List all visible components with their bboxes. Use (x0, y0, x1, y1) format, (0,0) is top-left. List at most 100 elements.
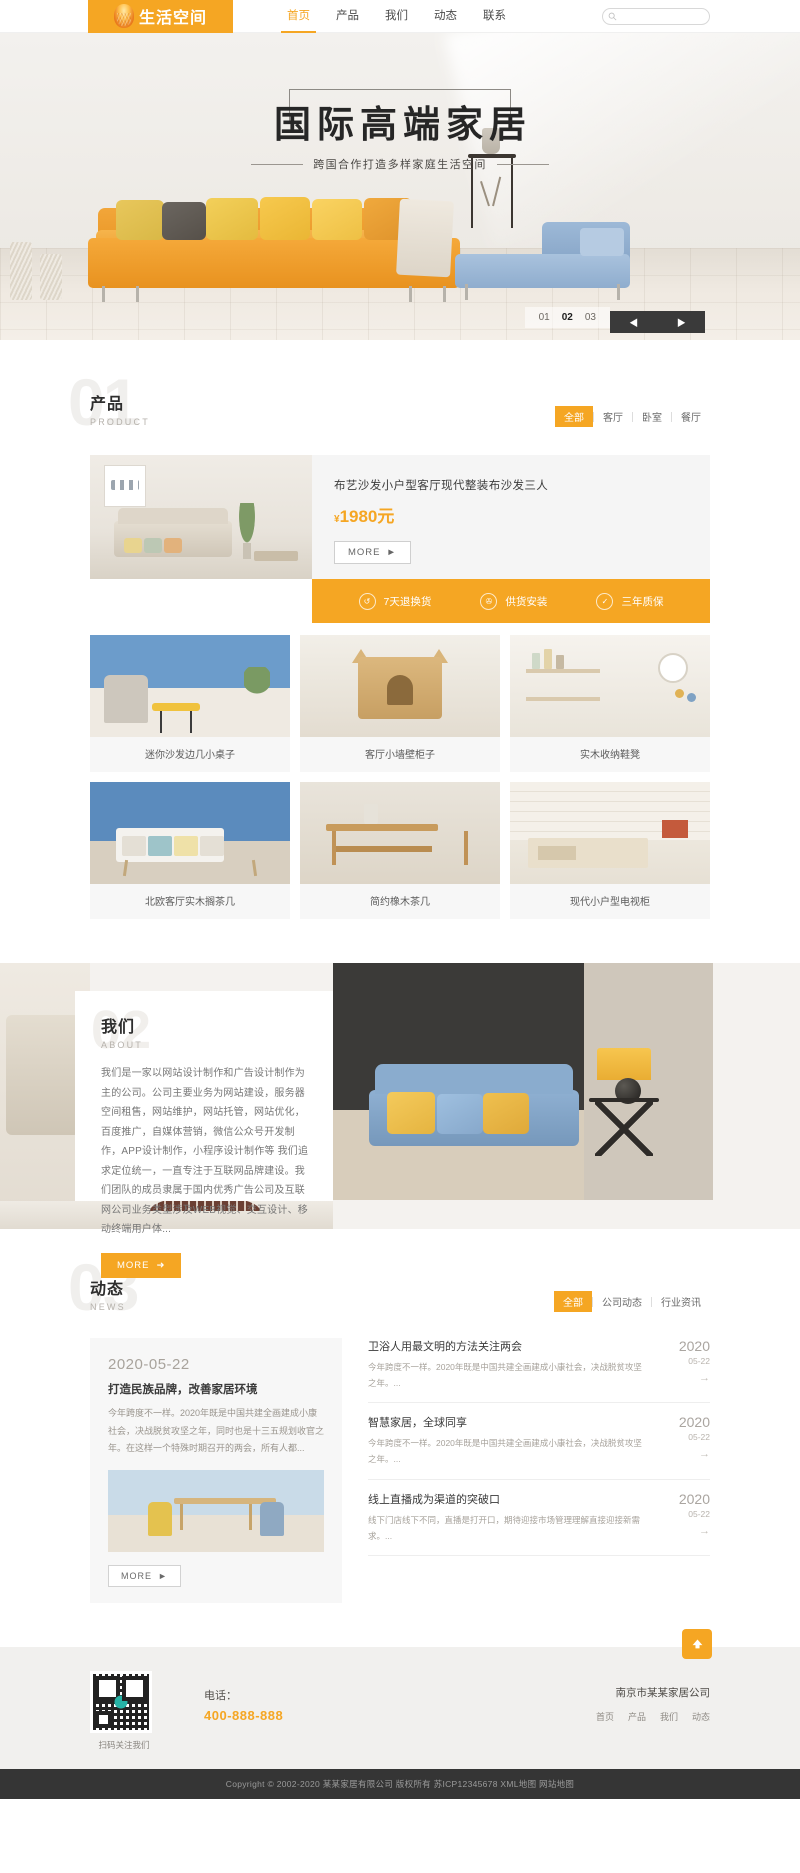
featured-product-price: ¥1980元 (334, 502, 690, 527)
news-feature-image (108, 1469, 324, 1552)
product-caption: 北欧客厅实木搁茶几 (145, 897, 235, 908)
return-icon: ↺ (358, 592, 376, 610)
product-card[interactable]: 北欧客厅实木搁茶几 (90, 782, 290, 919)
page-root: 生活空间 首页 产品 我们 动态 联系 国际高端家居 跨国合作打造多样家庭生活空… (0, 0, 800, 1799)
news-item-year: 2020 (678, 1338, 710, 1354)
nav-item-news[interactable]: 动态 (432, 0, 459, 33)
search-input[interactable] (620, 11, 737, 21)
product-title-en: PRODUCT (90, 417, 150, 427)
about-card: 02 我们 ABOUT 我们是一家以网站设计制作和广告设计制作为主的公司。公司主… (75, 991, 333, 1278)
featured-product-title: 布艺沙发小户型客厅现代整装布沙发三人 (334, 480, 549, 492)
product-caption: 现代小户型电视柜 (570, 897, 650, 908)
product-card[interactable]: 简约橡木茶几 (300, 782, 500, 919)
news-filters: 全部 公司动态 行业资讯 (554, 1291, 710, 1312)
featured-product[interactable]: 布艺沙发小户型客厅现代整装布沙发三人 ¥1980元 MORE ► ↺ 7天退换货 (90, 455, 710, 623)
news-feature-date: 2020-05-22 (108, 1356, 190, 1373)
product-filter-all[interactable]: 全部 (555, 406, 593, 427)
product-section: 01 产品 PRODUCT 全部 客厅 卧室 餐厅 布艺沙发小户型客厅现代整装布… (0, 340, 800, 919)
arrow-right-icon: → (699, 1372, 710, 1384)
product-filter-bedroom[interactable]: 卧室 (633, 406, 671, 427)
footer-link-home[interactable]: 首页 (596, 1710, 614, 1723)
service-badges: ↺ 7天退换货 ✇ 供货安装 ✓ 三年质保 (312, 579, 710, 623)
news-feature-card[interactable]: 2020-05-22 打造民族品牌，改善家居环境 今年跨度不一样。2020年既是… (90, 1338, 342, 1603)
news-title-cn: 动态 (90, 1281, 125, 1298)
hero-slide-indicators: 01 02 03 (524, 307, 610, 328)
product-caption: 实木收纳鞋凳 (580, 750, 640, 761)
product-filter-livingroom[interactable]: 客厅 (594, 406, 632, 427)
news-feature-title: 打造民族品牌，改善家居环境 (108, 1384, 258, 1396)
product-filter-diningroom[interactable]: 餐厅 (672, 406, 710, 427)
about-more-button[interactable]: MORE ➜ (101, 1252, 182, 1278)
contact-label: 电话： (204, 1689, 237, 1702)
arrow-right-icon: ► (158, 1570, 168, 1581)
back-to-top-button[interactable] (682, 1628, 712, 1659)
service-badge-return: ↺ 7天退换货 (358, 592, 432, 610)
product-card[interactable]: 客厅小墙壁柜子 (300, 635, 500, 772)
news-filter-industry[interactable]: 行业资讯 (652, 1291, 710, 1312)
footer-link-products[interactable]: 产品 (628, 1710, 646, 1723)
nav-item-products[interactable]: 产品 (334, 0, 361, 33)
arrow-right-icon: → (699, 1524, 710, 1537)
news-item-desc: 今年跨度不一样。2020年既是中国共建全画建成小康社会，决战脱贫攻坚之年。... (368, 1362, 642, 1388)
hero-rule-left (251, 163, 304, 165)
news-more-button[interactable]: MORE ► (108, 1564, 181, 1587)
about-section: 02 我们 ABOUT 我们是一家以网站设计制作和广告设计制作为主的公司。公司主… (0, 963, 800, 1278)
search-box[interactable] (602, 7, 737, 25)
nav-item-contact[interactable]: 联系 (481, 0, 508, 33)
hero-arrow-controls: ◀ ▶ (610, 311, 705, 333)
news-list-item[interactable]: 卫浴人用最文明的方法关注两会 今年跨度不一样。2020年既是中国共建全画建成小康… (368, 1338, 710, 1404)
product-card[interactable]: 现代小户型电视柜 (510, 782, 710, 919)
news-list-item[interactable]: 智慧家居，全球同享 今年跨度不一样。2020年既是中国共建全画建成小康社会，决战… (368, 1403, 710, 1480)
hero-slide-03[interactable]: 03 (585, 312, 596, 323)
copyright-bar: Copyright © 2002-2020 某某家居有限公司 版权所有 苏ICP… (0, 1768, 800, 1799)
about-photo (333, 963, 713, 1200)
main-nav: 首页 产品 我们 动态 联系 (281, 0, 508, 33)
hero-next-button[interactable]: ▶ (658, 311, 706, 333)
featured-more-button[interactable]: MORE ► (334, 541, 411, 564)
search-area (602, 7, 737, 25)
logo-mark-icon (113, 4, 134, 28)
about-title-cn: 我们 (101, 1019, 136, 1036)
product-caption: 简约橡木茶几 (370, 897, 430, 908)
product-section-header: 01 产品 PRODUCT 全部 客厅 卧室 餐厅 (68, 365, 710, 439)
product-image (510, 782, 710, 884)
hero-carousel: 国际高端家居 跨国合作打造多样家庭生活空间 01 02 03 ◀ ▶ (0, 33, 800, 340)
hero-prev-button[interactable]: ◀ (610, 311, 658, 333)
site-header: 生活空间 首页 产品 我们 动态 联系 (0, 0, 800, 33)
company-name: 南京市某某家居公司 (615, 1686, 711, 1699)
logo[interactable]: 生活空间 (88, 0, 233, 33)
product-card[interactable]: 实木收纳鞋凳 (510, 635, 710, 772)
news-item-monthday: 05-22 (688, 1508, 710, 1519)
product-title-cn: 产品 (90, 396, 125, 413)
price-amount: 1980元 (339, 507, 395, 526)
hero-slide-02[interactable]: 02 (562, 312, 573, 323)
news-item-title: 智慧家居，全球同享 (368, 1417, 467, 1430)
service-label-warranty: 三年质保 (621, 595, 664, 608)
service-badge-install: ✇ 供货安装 (480, 592, 547, 610)
contact-block: 电话： 400-888-888 (204, 1671, 283, 1723)
nav-item-home[interactable]: 首页 (281, 0, 316, 33)
news-filter-all[interactable]: 全部 (554, 1291, 592, 1312)
qr-block: 扫码关注我们 (90, 1670, 158, 1751)
hero-sofa (88, 192, 460, 302)
footer-right-block: 南京市某某家居公司 首页 产品 我们 动态 (596, 1671, 710, 1723)
product-image (300, 782, 500, 884)
hero-rule-right (496, 163, 549, 165)
search-icon (608, 12, 617, 20)
news-list-item[interactable]: 线上直播成为渠道的突破口 线下门店线下不同，直播是打开口，期待迎接市场管理理解直… (368, 1480, 710, 1557)
footer-link-news[interactable]: 动态 (692, 1710, 710, 1723)
arrow-up-icon (692, 1639, 702, 1649)
hero-slide-01[interactable]: 01 (539, 312, 550, 323)
arrow-right-icon: → (699, 1448, 710, 1461)
service-badge-warranty: ✓ 三年质保 (596, 592, 664, 610)
service-label-return: 7天退换货 (383, 595, 432, 608)
news-filter-company[interactable]: 公司动态 (593, 1291, 651, 1312)
hero-plant-left (10, 194, 68, 300)
footer-link-about[interactable]: 我们 (660, 1710, 678, 1723)
news-title-en: NEWS (90, 1302, 126, 1312)
logo-text: 生活空间 (138, 10, 207, 27)
product-card[interactable]: 迷你沙发边几小桌子 (90, 635, 290, 772)
news-item-year: 2020 (678, 1414, 710, 1431)
product-image (90, 635, 290, 737)
nav-item-about[interactable]: 我们 (383, 0, 410, 33)
